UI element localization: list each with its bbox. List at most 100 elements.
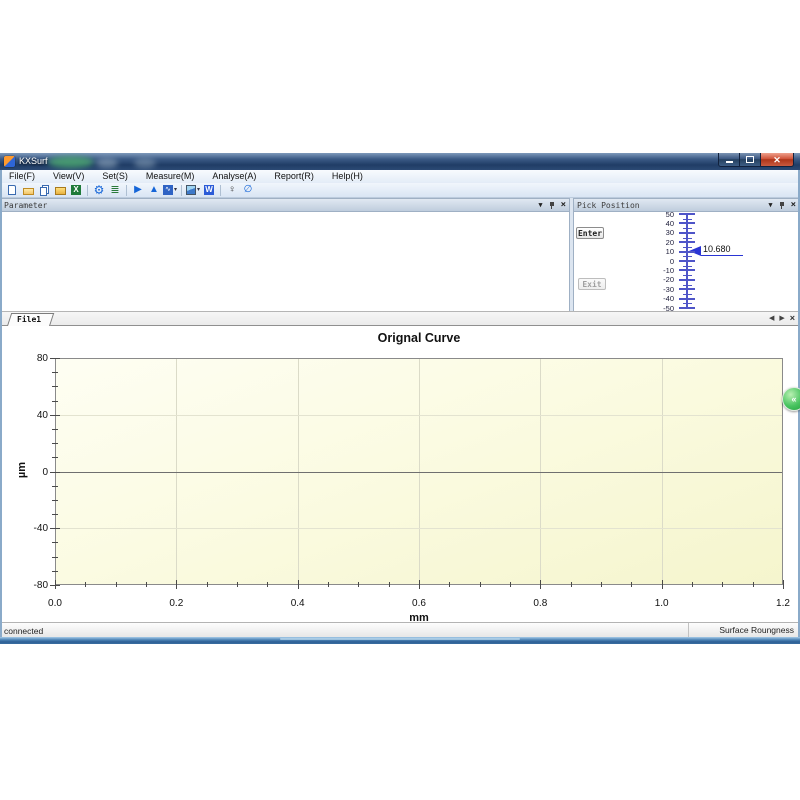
- x-axis-minor-tick: [692, 582, 693, 587]
- panel-pin-icon[interactable]: [779, 201, 785, 210]
- y-axis-minor-tick: [52, 557, 58, 558]
- y-axis-major-tick: [50, 358, 60, 359]
- open-file-icon[interactable]: [21, 184, 35, 197]
- menu-measure[interactable]: Measure(M): [137, 170, 204, 183]
- panel-close-icon[interactable]: ×: [791, 201, 796, 210]
- x-axis-tick-label: 0.2: [156, 598, 196, 609]
- close-button[interactable]: ✕: [761, 153, 794, 167]
- copy-icon[interactable]: [37, 184, 51, 197]
- ruler-tick-label: -20: [646, 275, 674, 284]
- ruler-major-tick: [679, 288, 695, 290]
- y-axis-minor-tick: [52, 429, 58, 430]
- y-axis-minor-tick: [52, 386, 58, 387]
- word-report-icon[interactable]: W: [202, 184, 216, 197]
- image-report-icon-glyph: [186, 185, 196, 195]
- export-excel-icon[interactable]: X: [69, 184, 83, 197]
- maximize-icon: [746, 156, 754, 163]
- curve-chart-icon-glyph: ∿: [163, 185, 173, 195]
- y-axis-major-tick: [50, 472, 60, 473]
- tab-file1[interactable]: File1: [7, 313, 50, 326]
- x-axis-tick-label: 0.8: [520, 598, 560, 609]
- settings-gear-icon[interactable]: ⚙: [92, 184, 106, 197]
- toolbar-separator: [220, 185, 221, 196]
- new-file-icon[interactable]: [5, 184, 19, 197]
- enter-button[interactable]: Enter: [576, 227, 604, 239]
- tab-label: File1: [7, 313, 50, 326]
- tab-scroll-left-icon[interactable]: ◀: [769, 314, 774, 323]
- menu-file[interactable]: File(F): [0, 170, 44, 183]
- probe-position-icon[interactable]: ♀: [225, 184, 239, 197]
- ruler-minor-tick: [683, 228, 692, 229]
- x-axis-minor-tick: [267, 582, 268, 587]
- menu-set[interactable]: Set(S): [93, 170, 137, 183]
- panel-controls: ▼ ×: [768, 201, 796, 210]
- maximize-button[interactable]: [740, 153, 761, 167]
- minimize-button[interactable]: [718, 153, 740, 167]
- ruler-tick-label: -10: [646, 266, 674, 275]
- ruler-minor-tick: [683, 219, 692, 220]
- tab-navigation: ◀ ▶ ×: [769, 314, 795, 323]
- copy-icon-glyph: [40, 187, 47, 196]
- y-axis-major-tick: [50, 415, 60, 416]
- y-axis-minor-tick: [52, 443, 58, 444]
- exit-button[interactable]: Exit: [578, 278, 606, 290]
- x-axis-major-tick: [298, 580, 299, 589]
- app-icon: [4, 156, 15, 167]
- toolbar-separator: [181, 185, 182, 196]
- folder-icon[interactable]: [53, 184, 67, 197]
- start-measure-icon[interactable]: ▶: [131, 184, 145, 197]
- tab-close-icon[interactable]: ×: [790, 314, 795, 323]
- menu-bar: File(F)View(V)Set(S)Measure(M)Analyse(A)…: [0, 170, 800, 184]
- cancel-icon[interactable]: ∅: [241, 184, 255, 197]
- parameter-panel-body: [1, 212, 569, 311]
- panel-menu-chevron-icon[interactable]: ▼: [768, 202, 772, 209]
- lift-probe-icon[interactable]: ▲: [147, 184, 161, 197]
- y-axis-minor-tick: [52, 542, 58, 543]
- pick-position-panel: Pick Position ▼ × Enter Exit 10.680 5040…: [573, 198, 800, 311]
- x-axis-major-tick: [540, 580, 541, 589]
- minimize-icon: [726, 161, 733, 163]
- chart-area: Orignal Curve µm mm « 0.00.20.40.60.81.0…: [0, 326, 800, 622]
- dropdown-chevron-icon[interactable]: ▾: [197, 185, 200, 195]
- settings-gear-icon-glyph: ⚙: [94, 185, 105, 195]
- menu-analyse[interactable]: Analyse(A): [203, 170, 265, 183]
- pick-position-panel-title: Pick Position: [577, 201, 640, 210]
- x-axis-minor-tick: [389, 582, 390, 587]
- x-axis-tick-label: 0.0: [35, 598, 75, 609]
- cancel-icon-glyph: ∅: [244, 185, 253, 195]
- ruler-minor-tick: [683, 294, 692, 295]
- expand-panel-button[interactable]: «: [782, 387, 800, 411]
- x-axis-major-tick: [662, 580, 663, 589]
- panel-close-icon[interactable]: ×: [561, 201, 566, 210]
- parameter-list-icon[interactable]: ≣: [108, 184, 122, 197]
- tab-scroll-right-icon[interactable]: ▶: [779, 314, 784, 323]
- status-bar: connected Surface Roungness: [0, 622, 800, 637]
- menu-help[interactable]: Help(H): [323, 170, 372, 183]
- y-axis-tick-label: -80: [20, 580, 48, 591]
- dropdown-chevron-icon[interactable]: ▾: [174, 185, 177, 195]
- window-titlebar: KXSurf ✕: [0, 153, 800, 170]
- x-axis-major-tick: [783, 580, 784, 589]
- grid-line-horizontal: [56, 415, 782, 416]
- window-controls: ✕: [718, 153, 794, 167]
- curve-chart-icon[interactable]: ∿▾: [163, 184, 177, 197]
- y-axis-minor-tick: [52, 500, 58, 501]
- image-report-icon[interactable]: ▾: [186, 184, 200, 197]
- new-file-icon-glyph: [8, 185, 16, 195]
- x-axis-minor-tick: [237, 582, 238, 587]
- x-axis-minor-tick: [207, 582, 208, 587]
- menu-report[interactable]: Report(R): [265, 170, 323, 183]
- panel-pin-icon[interactable]: [549, 201, 555, 210]
- y-axis-major-tick: [50, 585, 60, 586]
- position-value: 10.680: [703, 244, 731, 254]
- x-axis-minor-tick: [146, 582, 147, 587]
- y-axis-tick-label: 0: [20, 467, 48, 478]
- word-report-icon-glyph: W: [204, 185, 214, 195]
- ruler-tick-label: 20: [646, 238, 674, 247]
- ruler-major-tick: [679, 279, 695, 281]
- panel-menu-chevron-icon[interactable]: ▼: [538, 202, 542, 209]
- y-axis-tick-label: -40: [20, 523, 48, 534]
- parameter-panel-title: Parameter: [4, 201, 47, 210]
- parameter-list-icon-glyph: ≣: [110, 185, 119, 195]
- menu-view[interactable]: View(V): [44, 170, 93, 183]
